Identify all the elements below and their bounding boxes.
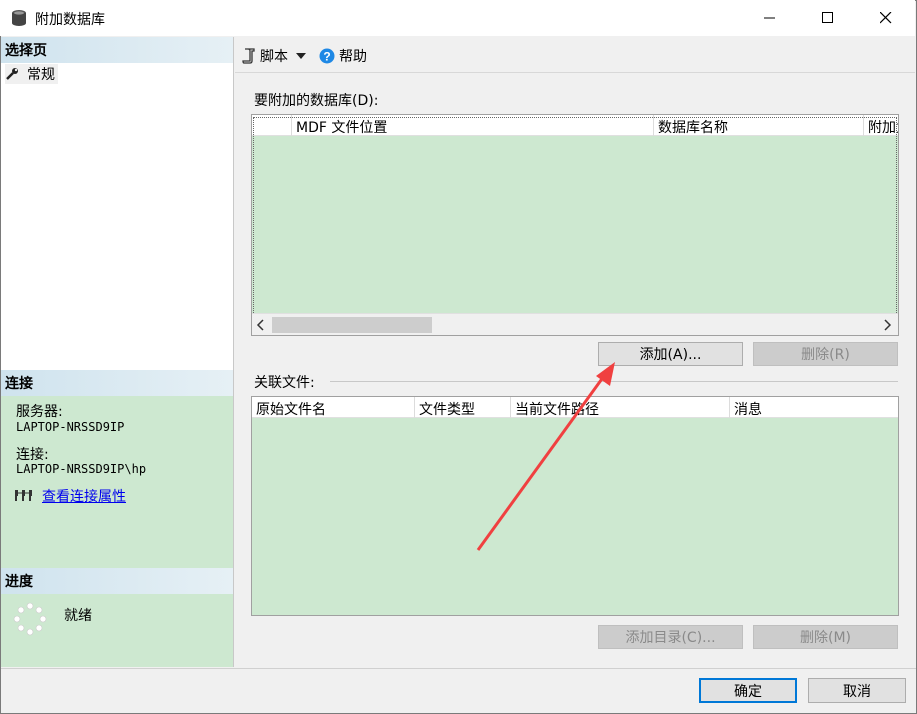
related-files-divider <box>330 381 898 382</box>
view-connection-properties-link[interactable]: 查看连接属性 <box>42 486 126 506</box>
progress-spinner-icon <box>12 601 48 641</box>
database-icon <box>11 9 27 27</box>
connection-label: 连接: <box>16 447 49 463</box>
window-title: 附加数据库 <box>35 12 105 28</box>
related-files-grid[interactable]: 原始文件名 文件类型 当前文件路径 消息 <box>251 396 899 616</box>
column-header-mdf-location[interactable]: MDF 文件位置 <box>292 115 654 136</box>
attach-grid-horizontal-scrollbar[interactable] <box>252 313 898 335</box>
add-catalog-button[interactable]: 添加目录(C)... <box>598 625 743 649</box>
connection-panel: 服务器: LAPTOP-NRSSD9IP 连接: LAPTOP-NRSSD9IP… <box>1 396 233 568</box>
connection-header: 连接 <box>1 370 233 396</box>
connection-properties-icon <box>13 487 35 507</box>
scrollbar-thumb[interactable] <box>272 317 432 333</box>
script-button[interactable]: 脚本 <box>242 46 307 66</box>
close-button[interactable] <box>857 0 915 36</box>
left-pane: 选择页 常规 连接 服务器: LAPTOP-NRSSD9IP 连接: LAPTO… <box>1 37 234 667</box>
server-value: LAPTOP-NRSSD9IP <box>16 420 125 434</box>
attach-databases-label: 要附加的数据库(D): <box>254 93 379 109</box>
scroll-right-icon[interactable] <box>882 319 892 335</box>
column-header-original-file-name[interactable]: 原始文件名 <box>252 397 415 418</box>
remove-file-button[interactable]: 删除(M) <box>753 625 898 649</box>
close-icon <box>880 12 892 24</box>
help-label: 帮助 <box>339 49 367 65</box>
maximize-button[interactable] <box>799 0 857 36</box>
add-button[interactable]: 添加(A)... <box>598 342 743 366</box>
svg-text:?: ? <box>323 50 330 64</box>
progress-panel: 就绪 <box>1 594 233 667</box>
title-bar: 附加数据库 <box>0 0 915 36</box>
related-grid-header: 原始文件名 文件类型 当前文件路径 消息 <box>252 397 898 418</box>
main-content: 要附加的数据库(D): MDF 文件位置 数据库名称 附加为 添加(A)... … <box>235 74 915 667</box>
page-item-label: 常规 <box>27 67 55 83</box>
progress-header: 进度 <box>1 568 233 594</box>
remove-database-button[interactable]: 删除(R) <box>753 342 898 366</box>
progress-status: 就绪 <box>64 608 92 624</box>
minimize-button[interactable] <box>741 0 799 36</box>
page-list: 常规 <box>1 63 233 370</box>
column-header-file-type[interactable]: 文件类型 <box>415 397 511 418</box>
toolbar: 脚本 ? 帮助 <box>235 37 915 73</box>
column-header-database-name[interactable]: 数据库名称 <box>654 115 864 136</box>
script-label: 脚本 <box>260 49 288 65</box>
help-icon: ? <box>319 48 335 64</box>
grid-focus-rect <box>253 117 897 315</box>
attach-databases-grid[interactable]: MDF 文件位置 数据库名称 附加为 <box>251 114 899 336</box>
cancel-button[interactable]: 取消 <box>808 678 906 703</box>
connection-value: LAPTOP-NRSSD9IP\hp <box>16 462 147 476</box>
related-files-label: 关联文件: <box>254 372 321 392</box>
scroll-left-icon[interactable] <box>256 319 266 335</box>
select-page-header: 选择页 <box>1 37 233 63</box>
minimize-icon <box>764 17 775 19</box>
help-button[interactable]: ? 帮助 <box>319 46 367 66</box>
column-header-attach-as[interactable]: 附加为 <box>864 115 898 136</box>
column-header-message[interactable]: 消息 <box>730 397 898 418</box>
server-label: 服务器: <box>16 404 63 420</box>
page-item-general[interactable]: 常规 <box>5 64 58 84</box>
column-header-selector[interactable] <box>252 115 292 136</box>
column-header-current-file-path[interactable]: 当前文件路径 <box>511 397 730 418</box>
maximize-icon <box>822 12 833 23</box>
script-icon <box>242 48 255 64</box>
ok-button[interactable]: 确定 <box>699 678 797 703</box>
attach-grid-header: MDF 文件位置 数据库名称 附加为 <box>252 115 898 136</box>
chevron-down-icon <box>296 53 306 59</box>
wrench-icon <box>6 68 18 80</box>
dialog-footer: 确定 取消 <box>1 668 916 713</box>
